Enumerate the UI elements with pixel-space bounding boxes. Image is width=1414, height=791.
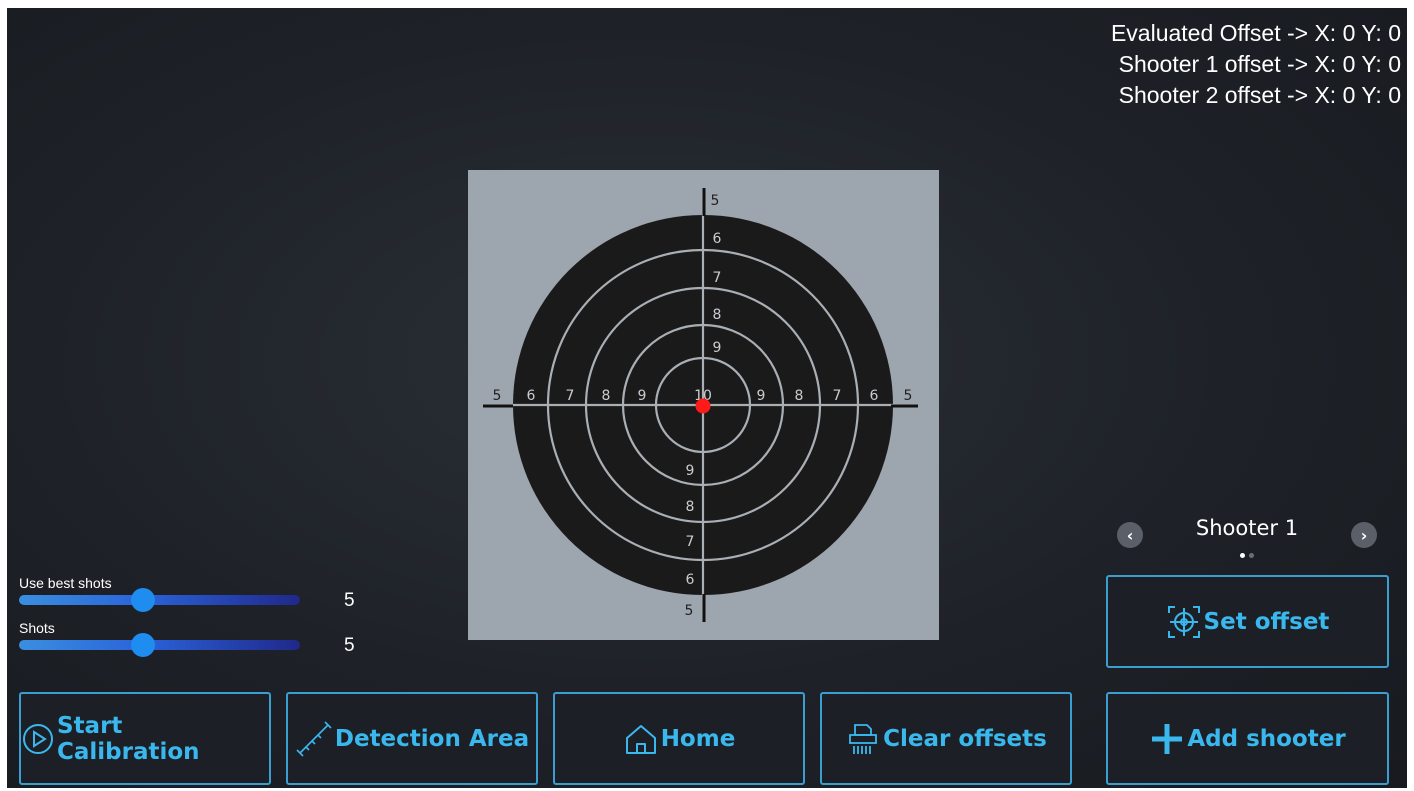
next-shooter-button[interactable]: ›: [1351, 522, 1377, 548]
ring-number-label: 7: [566, 388, 575, 404]
ring-number-label: 8: [713, 307, 722, 323]
evaluated-offset-text: Evaluated Offset -> X: 0 Y: 0: [1110, 20, 1401, 46]
shooter-name: Shooter 1: [1195, 516, 1299, 540]
shots-value: 5: [344, 635, 355, 656]
add-shooter-label: Add shooter: [1187, 725, 1346, 752]
target-graphic: 56789987655 6 7 8 9 10 9 8 7 6 5: [483, 188, 918, 622]
ring-number-label: 5: [711, 193, 720, 209]
crosshair-target-icon: [1166, 604, 1202, 640]
ring-number-label: 7: [713, 270, 722, 286]
chevron-right-icon: ›: [1360, 525, 1368, 545]
ring-number-label: 8: [602, 388, 611, 404]
ring-number-label: 6: [686, 572, 695, 588]
shooter2-offset-text: Shooter 2 offset -> X: 0 Y: 0: [1118, 82, 1401, 108]
best-shots-slider-thumb[interactable]: [130, 588, 155, 612]
ring-number-label: 9: [686, 463, 695, 479]
offset-readout: Evaluated Offset -> X: 0 Y: 0 Shooter 1 …: [1111, 18, 1401, 111]
ring-number-label: 7: [833, 388, 842, 404]
best-shots-value: 5: [344, 590, 355, 611]
home-button[interactable]: Home: [553, 692, 805, 785]
shots-label: Shots: [19, 620, 55, 636]
ring-number-label: 9: [757, 388, 766, 404]
shots-slider-thumb[interactable]: [130, 633, 155, 657]
best-shots-slider[interactable]: [19, 588, 300, 612]
home-icon: [623, 721, 659, 757]
measure-diagonal-icon: [295, 720, 333, 758]
detection-area-button[interactable]: Detection Area: [286, 692, 538, 785]
shooter1-offset-text: Shooter 1 offset -> X: 0 Y: 0: [1118, 51, 1401, 77]
ring-number-label: 5: [685, 603, 694, 619]
detection-area-label: Detection Area: [334, 725, 530, 752]
start-calibration-button[interactable]: Start Calibration: [19, 692, 271, 785]
shredder-icon: [845, 721, 881, 757]
start-calibration-label: Start Calibration: [57, 712, 200, 765]
ring-number-label: 9: [713, 340, 722, 356]
clear-offsets-button[interactable]: Clear offsets: [820, 692, 1072, 785]
play-circle-icon: [21, 722, 55, 756]
page-dot[interactable]: [1249, 553, 1254, 558]
page-dot[interactable]: [1240, 553, 1245, 558]
add-shooter-button[interactable]: Add shooter: [1106, 692, 1389, 785]
set-offset-label: Set offset: [1203, 608, 1330, 635]
ring-number-label: 5: [904, 388, 913, 404]
ring-number-label: 7: [686, 534, 695, 550]
set-offset-button[interactable]: Set offset: [1106, 575, 1389, 668]
ring-number-label: 8: [686, 499, 695, 515]
ring-number-label: 5: [493, 388, 502, 404]
shots-slider[interactable]: [19, 633, 300, 657]
app-window: Evaluated Offset -> X: 0 Y: 0 Shooter 1 …: [7, 8, 1407, 788]
best-shots-label: Use best shots: [19, 575, 112, 591]
shot-hit-marker: [695, 398, 711, 414]
home-label: Home: [660, 725, 736, 752]
ring-number-label: 8: [795, 388, 804, 404]
ring-number-label: 9: [638, 388, 647, 404]
plus-icon: [1149, 721, 1185, 757]
clear-offsets-label: Clear offsets: [883, 725, 1047, 752]
ring-number-label: 6: [870, 388, 879, 404]
ring-number-label: 6: [527, 388, 536, 404]
shooter-selector: ‹ Shooter 1 ›: [1116, 512, 1378, 560]
shooting-target[interactable]: 5 6 7 8 9 9 8 7 6 5 5 6 7 8 9 10 9 8 7 6 5: [468, 170, 939, 640]
page-indicator: [1116, 545, 1378, 563]
ring-number-label: 6: [713, 231, 722, 247]
